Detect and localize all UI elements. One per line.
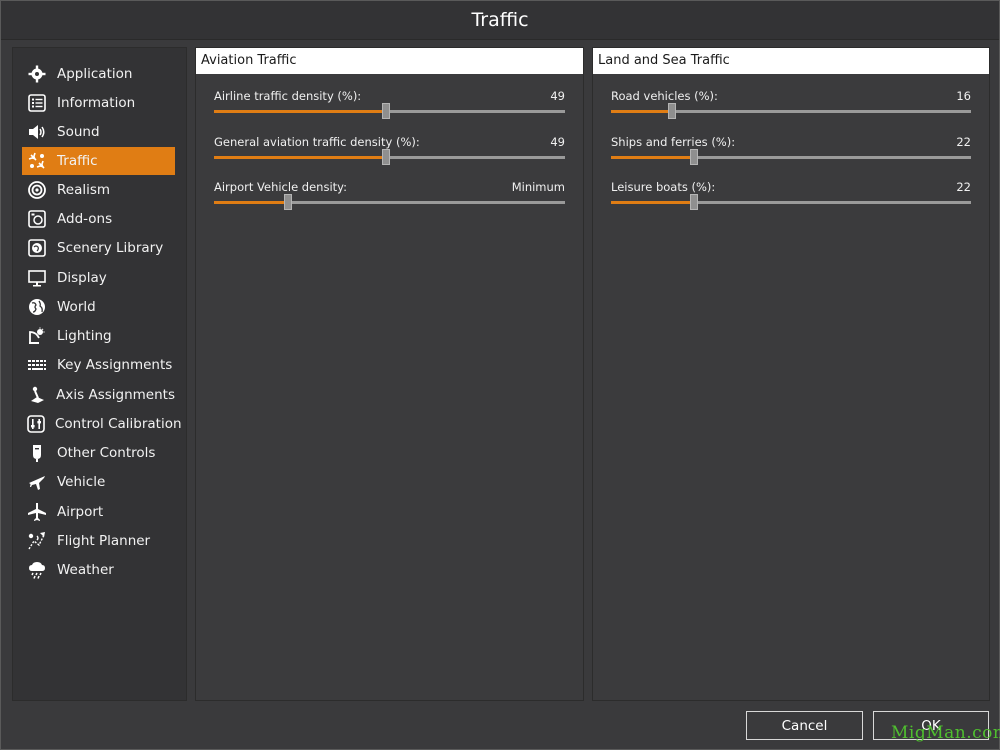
sidebar-item-label: Flight Planner	[57, 533, 151, 549]
sidebar-item-label: Sound	[57, 124, 100, 140]
calibration-icon	[26, 413, 46, 435]
speaker-icon	[26, 121, 48, 143]
sidebar-item-control-calibration[interactable]: Control Calibration	[22, 410, 182, 438]
setting-label: Ships and ferries (%):	[611, 135, 736, 149]
keyboard-icon	[26, 354, 48, 376]
sidebar-item-label: Traffic	[57, 153, 98, 169]
sidebar-item-label: Add-ons	[57, 211, 113, 227]
sidebar-item-label: Lighting	[57, 328, 112, 344]
sidebar-item-label: Vehicle	[57, 474, 106, 490]
gear-icon	[26, 63, 48, 85]
slider-fill	[611, 156, 694, 159]
cancel-button[interactable]: Cancel	[746, 711, 863, 740]
sidebar-item-world[interactable]: World	[22, 293, 175, 321]
joystick-icon	[26, 384, 47, 406]
ships-ferries-setting: Ships and ferries (%): 22	[611, 135, 971, 175]
sidebar-item-vehicle[interactable]: Vehicle	[22, 468, 175, 496]
weather-icon	[26, 559, 48, 581]
slider-fill	[611, 201, 694, 204]
sidebar-item-traffic[interactable]: Traffic	[22, 147, 175, 175]
slider-fill	[611, 110, 673, 113]
sidebar-item-label: Axis Assignments	[56, 387, 175, 403]
sidebar-item-lighting[interactable]: Lighting	[22, 322, 175, 350]
setting-value: 49	[550, 135, 565, 149]
sidebar-item-label: Information	[57, 95, 136, 111]
slider-fill	[214, 201, 288, 204]
sidebar-item-label: Application	[57, 66, 133, 82]
globe-icon	[26, 296, 48, 318]
slider-fill	[214, 110, 386, 113]
traffic-icon	[26, 150, 48, 172]
road-vehicles-setting: Road vehicles (%): 16	[611, 89, 971, 129]
sidebar-item-key-assignments[interactable]: Key Assignments	[22, 351, 175, 379]
sidebar-item-scenery-library[interactable]: Scenery Library	[22, 234, 175, 262]
scenery-icon	[26, 237, 48, 259]
setting-label: Road vehicles (%):	[611, 89, 718, 103]
sidebar-item-label: Display	[57, 270, 107, 286]
sidebar-item-label: Realism	[57, 182, 111, 198]
slider-track[interactable]	[611, 103, 971, 119]
addons-icon	[26, 208, 48, 230]
watermark: MigMan.com	[891, 723, 1000, 743]
setting-value: 22	[956, 180, 971, 194]
slider-thumb[interactable]	[668, 103, 677, 119]
setting-label: General aviation traffic density (%):	[214, 135, 420, 149]
slider-thumb[interactable]	[381, 103, 390, 119]
sidebar-item-label: Other Controls	[57, 445, 156, 461]
setting-label: Leisure boats (%):	[611, 180, 716, 194]
plane-icon	[26, 471, 48, 493]
sidebar-item-axis-assignments[interactable]: Axis Assignments	[22, 381, 175, 409]
sidebar-item-other-controls[interactable]: Other Controls	[22, 439, 175, 467]
sidebar-item-label: Weather	[57, 562, 114, 578]
slider-thumb[interactable]	[381, 149, 390, 165]
sidebar-item-display[interactable]: Display	[22, 264, 175, 292]
panel-title: Aviation Traffic	[196, 48, 583, 74]
land-sea-traffic-panel: Land and Sea Traffic Road vehicles (%): …	[593, 48, 989, 700]
aviation-traffic-panel: Aviation Traffic Airline traffic density…	[196, 48, 583, 700]
sidebar-item-information[interactable]: Information	[22, 89, 175, 117]
sidebar: Application Information Sound Traffic Re…	[13, 48, 186, 700]
airport-icon	[26, 501, 48, 523]
sidebar-item-label: Scenery Library	[57, 240, 164, 256]
settings-window: Traffic Application Information Sound Tr…	[0, 0, 1000, 750]
slider-thumb[interactable]	[283, 194, 292, 210]
setting-value: Minimum	[511, 180, 565, 194]
general-aviation-density-setting: General aviation traffic density (%): 49	[214, 135, 565, 175]
sidebar-item-flight-planner[interactable]: Flight Planner	[22, 527, 175, 555]
setting-label: Airport Vehicle density:	[214, 180, 348, 194]
lighting-icon	[26, 325, 48, 347]
sidebar-item-add-ons[interactable]: Add-ons	[22, 205, 175, 233]
sidebar-item-sound[interactable]: Sound	[22, 118, 175, 146]
airport-vehicle-density-setting: Airport Vehicle density: Minimum	[214, 180, 565, 220]
panel-title: Land and Sea Traffic	[593, 48, 989, 74]
slider-track[interactable]	[214, 103, 565, 119]
sidebar-item-label: World	[57, 299, 96, 315]
slider-track[interactable]	[611, 194, 971, 210]
sidebar-item-label: Key Assignments	[57, 357, 173, 373]
window-title: Traffic	[1, 1, 999, 40]
setting-value: 16	[956, 89, 971, 103]
sidebar-item-application[interactable]: Application	[22, 60, 175, 88]
sidebar-item-label: Control Calibration	[55, 416, 182, 432]
setting-value: 22	[956, 135, 971, 149]
slider-thumb[interactable]	[689, 149, 698, 165]
leisure-boats-setting: Leisure boats (%): 22	[611, 180, 971, 220]
slider-fill	[214, 156, 386, 159]
airline-traffic-density-setting: Airline traffic density (%): 49	[214, 89, 565, 129]
controller-icon	[26, 442, 48, 464]
slider-track[interactable]	[214, 149, 565, 165]
slider-track[interactable]	[214, 194, 565, 210]
monitor-icon	[26, 267, 48, 289]
slider-thumb[interactable]	[689, 194, 698, 210]
flight-planner-icon	[26, 530, 48, 552]
setting-value: 49	[550, 89, 565, 103]
realism-icon	[26, 179, 48, 201]
sidebar-item-label: Airport	[57, 504, 104, 520]
list-icon	[26, 92, 48, 114]
sidebar-item-weather[interactable]: Weather	[22, 556, 175, 584]
slider-track[interactable]	[611, 149, 971, 165]
sidebar-item-realism[interactable]: Realism	[22, 176, 175, 204]
sidebar-item-airport[interactable]: Airport	[22, 498, 175, 526]
setting-label: Airline traffic density (%):	[214, 89, 362, 103]
